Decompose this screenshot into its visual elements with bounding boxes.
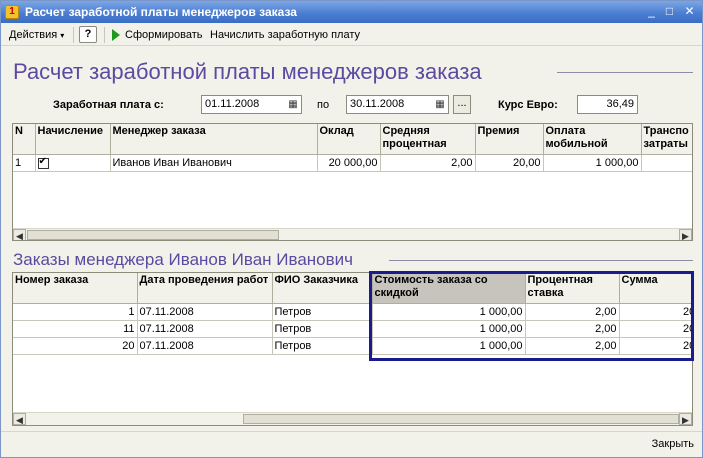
customer-cell: Петров bbox=[272, 320, 373, 338]
column-header[interactable]: Оклад bbox=[317, 124, 381, 155]
sum-cell: 20,00 bbox=[619, 303, 692, 321]
column-header[interactable]: Оплата мобильной bbox=[543, 124, 642, 155]
order-date-cell: 07.11.2008 bbox=[137, 320, 273, 338]
euro-rate-label: Курс Евро: bbox=[498, 99, 558, 111]
column-header[interactable]: Процентная ставка bbox=[525, 273, 620, 304]
accrual-cell[interactable] bbox=[35, 154, 111, 172]
order-date-cell: 07.11.2008 bbox=[137, 303, 273, 321]
manager-cell: Иванов Иван Иванович bbox=[110, 154, 318, 172]
customer-cell: Петров bbox=[272, 337, 373, 355]
order-cost-cell: 1 000,00 bbox=[372, 337, 526, 355]
table-row[interactable]: 1 Иванов Иван Иванович 20 000,00 2,00 20… bbox=[13, 154, 692, 172]
rate-cell: 2,00 bbox=[525, 337, 620, 355]
scroll-right-icon[interactable]: ▶ bbox=[679, 229, 692, 240]
calendar-icon[interactable]: ▦ bbox=[285, 96, 301, 113]
calculate-salary-button[interactable]: Начислить заработную плату bbox=[210, 27, 360, 43]
title-bar: 1 Расчет заработной платы менеджеров зак… bbox=[1, 1, 702, 23]
column-header[interactable]: Дата проведения работ bbox=[137, 273, 273, 304]
euro-rate-value: 36,49 bbox=[606, 98, 634, 110]
table-row[interactable]: 1 07.11.2008 Петров 1 000,00 2,00 20,00 bbox=[13, 303, 692, 321]
scroll-thumb[interactable] bbox=[243, 414, 679, 424]
column-header[interactable]: Номер заказа bbox=[13, 273, 138, 304]
date-to-value: 30.11.2008 bbox=[350, 98, 405, 110]
transport-cell bbox=[641, 154, 692, 172]
accrual-checkbox[interactable] bbox=[37, 156, 49, 169]
column-header[interactable]: Транспо затраты bbox=[641, 124, 692, 155]
order-number-cell: 1 bbox=[13, 303, 138, 321]
column-header[interactable]: Средняя процентная bbox=[380, 124, 476, 155]
customer-cell: Петров bbox=[272, 303, 373, 321]
table-row[interactable]: 20 07.11.2008 Петров 1 000,00 2,00 20,00 bbox=[13, 337, 692, 355]
column-header[interactable]: N bbox=[13, 124, 36, 155]
row-number: 1 bbox=[13, 154, 36, 172]
order-number-cell: 11 bbox=[13, 320, 138, 338]
close-window-button[interactable]: ✕ bbox=[682, 5, 697, 19]
footer-divider bbox=[1, 431, 702, 432]
help-button[interactable]: ? bbox=[79, 26, 97, 43]
to-label: по bbox=[317, 99, 330, 111]
bonus-cell: 20,00 bbox=[475, 154, 544, 172]
page-title: Расчет заработной платы менеджеров заказ… bbox=[13, 59, 482, 84]
period-select-button[interactable]: ... bbox=[453, 95, 471, 114]
order-date-cell: 07.11.2008 bbox=[137, 337, 273, 355]
orders-table[interactable]: Номер заказа Дата проведения работ ФИО З… bbox=[12, 272, 693, 426]
avg-percent-cell: 2,00 bbox=[380, 154, 476, 172]
scroll-left-icon[interactable]: ◀ bbox=[13, 229, 26, 240]
horizontal-scrollbar[interactable]: ◀ ▶ bbox=[13, 228, 692, 240]
subheading-divider bbox=[389, 260, 693, 261]
column-header[interactable]: Начисление bbox=[35, 124, 111, 155]
column-header[interactable]: Сумма bbox=[619, 273, 692, 304]
scroll-left-icon[interactable]: ◀ bbox=[13, 413, 26, 425]
sum-cell: 20,00 bbox=[619, 320, 692, 338]
salary-cell: 20 000,00 bbox=[317, 154, 381, 172]
actions-menu-label: Действия bbox=[9, 29, 58, 41]
rate-cell: 2,00 bbox=[525, 303, 620, 321]
window-title: Расчет заработной платы менеджеров заказ… bbox=[25, 5, 297, 19]
date-from-value: 01.11.2008 bbox=[205, 98, 260, 110]
app-window: 1 Расчет заработной платы менеджеров зак… bbox=[0, 0, 703, 458]
mobile-cell: 1 000,00 bbox=[543, 154, 642, 172]
toolbar-divider bbox=[104, 27, 105, 43]
toolbar: Действия ▾ ? Сформировать Начислить зара… bbox=[1, 24, 702, 46]
maximize-button[interactable]: □ bbox=[662, 5, 677, 19]
column-header[interactable]: Премия bbox=[475, 124, 544, 155]
sum-cell: 20,00 bbox=[619, 337, 692, 355]
column-header[interactable]: Стоимость заказа со скидкой bbox=[372, 273, 526, 304]
calendar-icon[interactable]: ▦ bbox=[432, 96, 448, 113]
euro-rate-field[interactable]: 36,49 bbox=[577, 95, 638, 114]
chevron-down-icon: ▾ bbox=[60, 31, 65, 40]
rate-cell: 2,00 bbox=[525, 320, 620, 338]
app-icon: 1 bbox=[5, 5, 19, 19]
scroll-thumb[interactable] bbox=[27, 230, 279, 240]
managers-table[interactable]: N Начисление Менеджер заказа Оклад Средн… bbox=[12, 123, 693, 241]
actions-menu-button[interactable]: Действия ▾ bbox=[9, 27, 64, 43]
salary-from-label: Заработная плата с: bbox=[53, 99, 164, 111]
column-header[interactable]: Менеджер заказа bbox=[110, 124, 318, 155]
horizontal-scrollbar[interactable]: ◀ ▶ bbox=[13, 412, 692, 425]
minimize-button[interactable]: _ bbox=[644, 5, 659, 19]
order-cost-cell: 1 000,00 bbox=[372, 303, 526, 321]
table-row[interactable]: 11 07.11.2008 Петров 1 000,00 2,00 20,00 bbox=[13, 320, 692, 338]
order-cost-cell: 1 000,00 bbox=[372, 320, 526, 338]
generate-button[interactable]: Сформировать bbox=[125, 27, 203, 43]
close-button[interactable]: Закрыть bbox=[652, 438, 694, 450]
play-icon[interactable] bbox=[112, 29, 120, 41]
orders-title: Заказы менеджера Иванов Иван Иванович bbox=[13, 250, 353, 269]
order-number-cell: 20 bbox=[13, 337, 138, 355]
toolbar-divider bbox=[73, 27, 74, 43]
heading-divider bbox=[557, 72, 693, 73]
scroll-right-icon[interactable]: ▶ bbox=[679, 413, 692, 425]
column-header[interactable]: ФИО Заказчика bbox=[272, 273, 373, 304]
